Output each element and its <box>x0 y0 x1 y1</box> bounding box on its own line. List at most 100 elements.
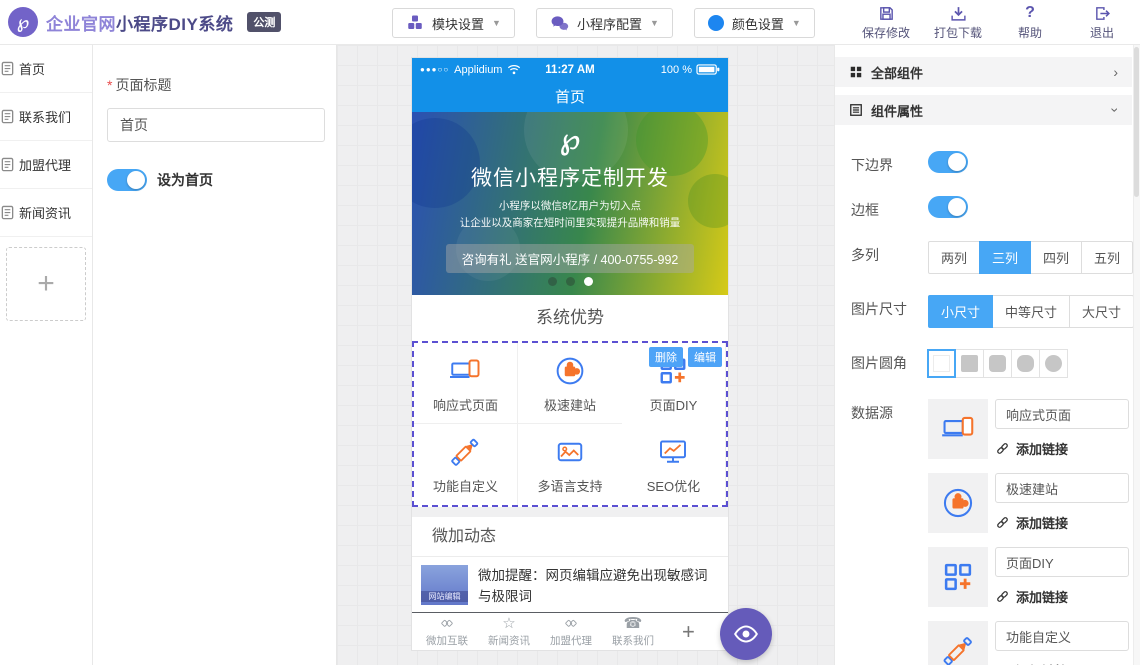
download-button[interactable]: 打包下载 <box>934 4 982 41</box>
banner-subline1: 小程序以微信8亿用户为切入点 <box>412 198 728 213</box>
all-components-header[interactable]: 全部组件 › <box>835 57 1132 87</box>
feature-label: 极速建站 <box>544 395 596 414</box>
edit-component-button[interactable]: 编辑 <box>688 347 722 367</box>
sidebar-item-news[interactable]: 新闻资讯 <box>0 189 92 237</box>
color-settings-dropdown[interactable]: 颜色设置 ▼ <box>694 8 815 38</box>
columns-label: 多列 <box>851 241 928 274</box>
chevron-right-icon: › <box>1113 64 1118 80</box>
datasource-list: 添加链接 添加链接 <box>928 399 1129 665</box>
page-settings-panel: *页面标题 设为首页 <box>93 45 337 665</box>
columns-option-two[interactable]: 两列 <box>928 241 980 274</box>
feature-cell-fast-build[interactable]: 极速建站 <box>518 343 622 424</box>
component-props-header[interactable]: 组件属性 › <box>835 95 1132 125</box>
border-toggle[interactable] <box>928 196 968 218</box>
app-title-primary: 企业官网 <box>46 15 116 34</box>
tab-news[interactable]: ☆ 新闻资讯 <box>478 615 540 648</box>
all-components-label: 全部组件 <box>871 63 923 82</box>
tab-label: 新闻资讯 <box>488 633 530 648</box>
radius-option-small[interactable] <box>955 349 984 378</box>
radius-option-circle[interactable] <box>1039 349 1068 378</box>
add-link-button[interactable]: 添加链接 <box>995 661 1129 665</box>
page-diy-icon[interactable] <box>928 547 988 607</box>
sidebar-item-contact[interactable]: 联系我们 <box>0 93 92 141</box>
module-settings-dropdown[interactable]: 模块设置 ▼ <box>392 8 515 38</box>
page-title-input[interactable] <box>107 108 325 142</box>
radius-option-none-selected[interactable] <box>927 349 956 378</box>
image-radius-options <box>928 349 1068 378</box>
custom-function-icon[interactable] <box>928 621 988 665</box>
feature-label: 页面DIY <box>650 395 698 414</box>
banner-contact-pill: 咨询有礼 送官网小程序 / 400-0755-992 <box>446 244 695 273</box>
feature-cell-custom[interactable]: 功能自定义 <box>414 424 518 505</box>
dropdown-label: 小程序配置 <box>577 14 642 33</box>
logo-icon: ℘ <box>8 7 38 37</box>
page-label: 新闻资讯 <box>19 203 71 222</box>
banner-component[interactable]: ℘ 微信小程序定制开发 小程序以微信8亿用户为切入点 让企业以及商家在短时间里实… <box>412 112 728 295</box>
tabbar-add-button[interactable]: + <box>682 619 695 645</box>
save-button[interactable]: 保存修改 <box>862 4 910 41</box>
feature-label: 功能自定义 <box>433 476 498 495</box>
columns-option-five[interactable]: 五列 <box>1081 241 1133 274</box>
page-label: 联系我们 <box>19 107 71 126</box>
tab-contact[interactable]: ☎ 联系我们 <box>602 615 664 648</box>
page-label: 首页 <box>19 59 45 78</box>
responsive-page-icon[interactable] <box>928 399 988 459</box>
feature-cell-multilang[interactable]: 多语言支持 <box>518 424 622 505</box>
carrier-label: Applidium <box>454 64 502 76</box>
image-size-large[interactable]: 大尺寸 <box>1069 295 1134 328</box>
miniprogram-config-dropdown[interactable]: 小程序配置 ▼ <box>536 8 673 38</box>
feature-label: SEO优化 <box>647 476 700 495</box>
radius-option-medium[interactable] <box>983 349 1012 378</box>
help-button[interactable]: ? 帮助 <box>1006 4 1054 41</box>
add-link-button[interactable]: 添加链接 <box>995 587 1129 606</box>
help-icon: ? <box>1025 4 1035 22</box>
datasource-item: 添加链接 <box>928 547 1129 607</box>
columns-option-four[interactable]: 四列 <box>1030 241 1082 274</box>
page-title-label-text: 页面标题 <box>115 77 171 93</box>
add-link-button[interactable]: 添加链接 <box>995 439 1129 458</box>
app-title-secondary: 小程序DIY系统 <box>116 15 233 34</box>
signal-dots-icon: ●●●○○ <box>420 65 449 74</box>
fast-build-icon[interactable] <box>928 473 988 533</box>
news-thumb-caption: 网站编辑 <box>421 591 468 602</box>
delete-component-button[interactable]: 删除 <box>649 347 683 367</box>
preview-eye-button[interactable] <box>720 608 772 660</box>
bottom-border-toggle[interactable] <box>928 151 968 173</box>
datasource-item: 添加链接 <box>928 399 1129 459</box>
feature-cell-seo[interactable]: SEO优化 <box>622 424 726 505</box>
datasource-title-input[interactable] <box>995 399 1129 429</box>
datasource-title-input[interactable] <box>995 473 1129 503</box>
set-homepage-toggle[interactable] <box>107 169 147 191</box>
tab-agency[interactable]: 加盟代理 <box>540 615 602 648</box>
sidebar-item-agency[interactable]: 加盟代理 <box>0 141 92 189</box>
radius-option-large[interactable] <box>1011 349 1040 378</box>
pages-sidebar: 首页 联系我们 加盟代理 新闻资讯 + <box>0 45 93 665</box>
exit-button[interactable]: 退出 <box>1078 4 1126 41</box>
news-list-item[interactable]: 网站编辑 微加提醒：网页编辑应避免出现敏感词与极限词 <box>412 557 728 607</box>
app-logo: ℘ 企业官网小程序DIY系统 公测 <box>8 7 281 37</box>
beta-badge: 公测 <box>247 12 281 32</box>
chevron-down-icon: ▼ <box>650 18 659 28</box>
component-props-label: 组件属性 <box>871 101 923 120</box>
battery-icon <box>696 64 720 75</box>
banner-subline2: 让企业以及商家在短时间里实现提升品牌和销量 <box>412 215 728 230</box>
columns-option-three-selected[interactable]: 三列 <box>979 241 1031 274</box>
sidebar-item-home[interactable]: 首页 <box>0 45 92 93</box>
image-size-label: 图片尺寸 <box>851 295 928 328</box>
custom-function-icon <box>447 434 483 470</box>
add-link-button[interactable]: 添加链接 <box>995 513 1129 532</box>
action-label: 帮助 <box>1018 24 1042 41</box>
feature-cell-responsive[interactable]: 响应式页面 <box>414 343 518 424</box>
link-icon <box>995 515 1010 530</box>
advantages-grid-component-selected[interactable]: 删除 编辑 响应式页面 极速建站 页面DIY 功能自定义 <box>412 341 728 507</box>
tab-weijia[interactable]: 微加互联 <box>416 615 478 648</box>
exit-icon <box>1094 4 1111 22</box>
datasource-title-input[interactable] <box>995 547 1129 577</box>
datasource-title-input[interactable] <box>995 621 1129 651</box>
image-size-small-selected[interactable]: 小尺寸 <box>928 295 993 328</box>
image-size-medium[interactable]: 中等尺寸 <box>992 295 1070 328</box>
add-page-button[interactable]: + <box>6 247 86 321</box>
inspector-scrollbar[interactable] <box>1133 45 1140 665</box>
add-link-label: 添加链接 <box>1016 661 1068 665</box>
seo-icon <box>655 434 691 470</box>
